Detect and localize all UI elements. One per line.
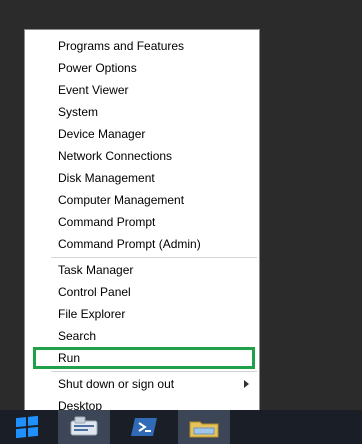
server-manager-icon	[70, 416, 98, 436]
menu-item-file-explorer[interactable]: File Explorer	[25, 303, 259, 325]
menu-item-power-options[interactable]: Power Options	[25, 57, 259, 79]
quick-link-menu: Programs and Features Power Options Even…	[24, 29, 260, 417]
menu-item-command-prompt[interactable]: Command Prompt	[25, 211, 259, 233]
windows-start-icon	[16, 415, 38, 439]
taskbar-file-explorer-button[interactable]	[178, 410, 230, 444]
menu-item-label: Shut down or sign out	[58, 377, 175, 391]
taskbar-powershell-button[interactable]	[118, 410, 170, 444]
submenu-arrow-icon	[244, 380, 249, 388]
menu-separator	[51, 371, 257, 372]
menu-item-computer-management[interactable]: Computer Management	[25, 189, 259, 211]
menu-item-network-connections[interactable]: Network Connections	[25, 145, 259, 167]
taskbar-server-manager-button[interactable]	[58, 410, 110, 444]
menu-item-control-panel[interactable]: Control Panel	[25, 281, 259, 303]
menu-separator	[51, 257, 257, 258]
menu-item-programs-and-features[interactable]: Programs and Features	[25, 35, 259, 57]
file-explorer-icon	[189, 421, 219, 438]
start-button[interactable]	[0, 410, 54, 444]
menu-item-command-prompt-admin[interactable]: Command Prompt (Admin)	[25, 233, 259, 255]
powershell-icon	[131, 418, 157, 436]
menu-item-search[interactable]: Search	[25, 325, 259, 347]
menu-item-disk-management[interactable]: Disk Management	[25, 167, 259, 189]
menu-item-device-manager[interactable]: Device Manager	[25, 123, 259, 145]
menu-item-shut-down-or-sign-out[interactable]: Shut down or sign out	[25, 373, 259, 395]
menu-item-task-manager[interactable]: Task Manager	[25, 259, 259, 281]
taskbar	[0, 410, 362, 444]
menu-item-system[interactable]: System	[25, 101, 259, 123]
menu-item-event-viewer[interactable]: Event Viewer	[25, 79, 259, 101]
run-highlight-box	[33, 347, 255, 369]
